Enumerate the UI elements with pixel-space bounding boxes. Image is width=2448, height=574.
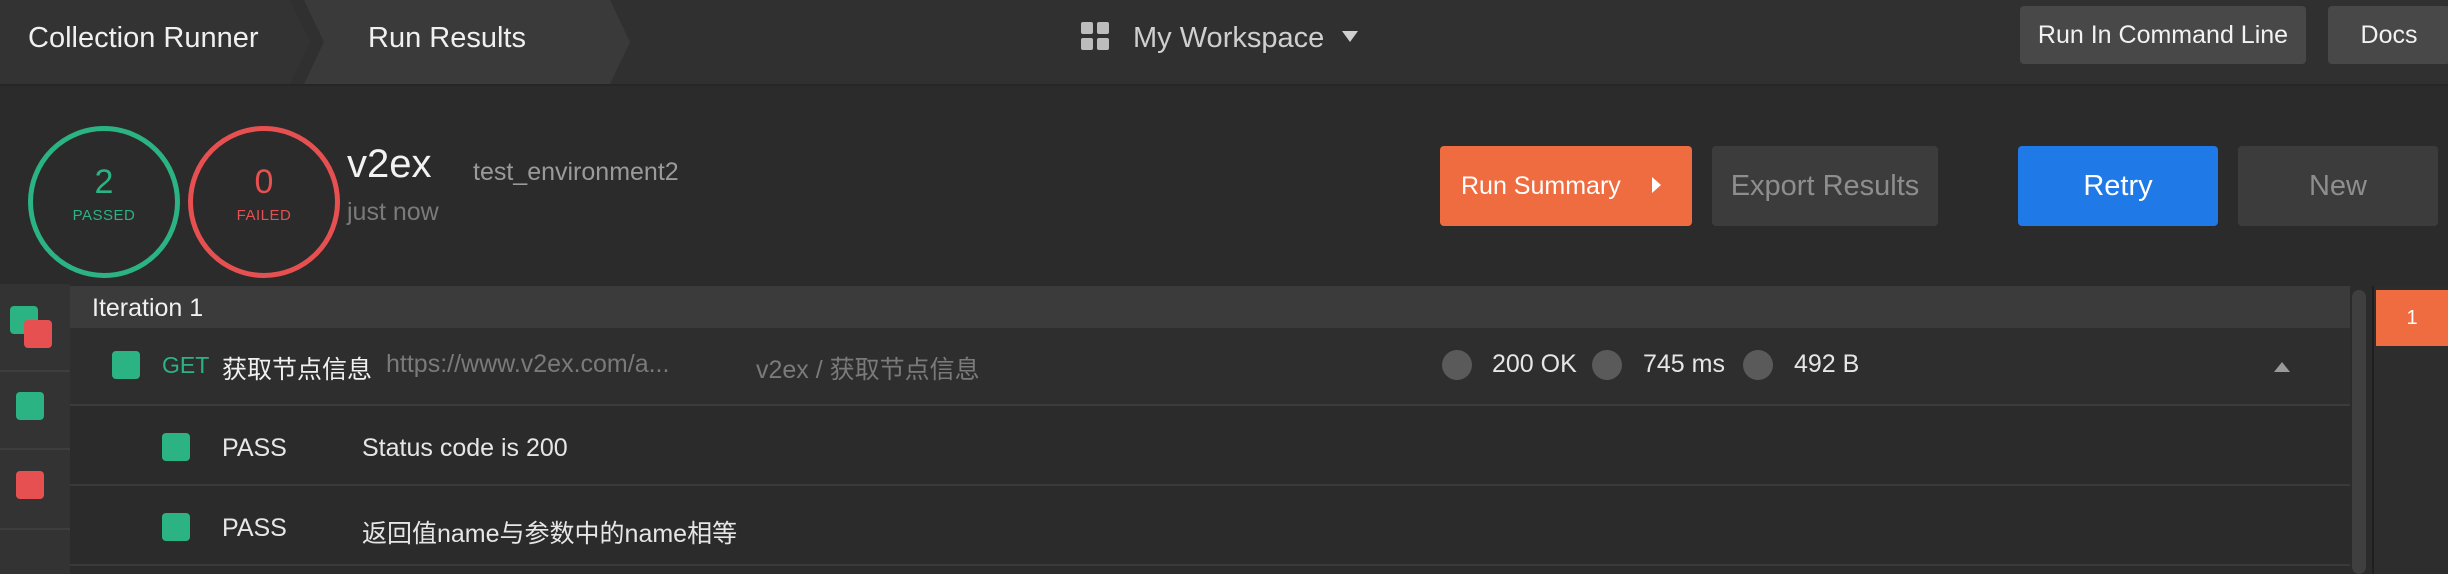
size-indicator-icon xyxy=(1743,350,1773,380)
response-time: 745 ms xyxy=(1643,350,1725,378)
run-in-command-line-button[interactable]: Run In Command Line xyxy=(2020,6,2306,64)
iteration-badge[interactable]: 1 xyxy=(2376,290,2448,346)
passed-count: 2 xyxy=(94,163,114,201)
iteration-header xyxy=(70,286,2350,328)
request-method: GET xyxy=(162,352,210,378)
iteration-status-fail-icon[interactable] xyxy=(24,320,52,348)
run-summary-button[interactable]: Run Summary xyxy=(1440,146,1692,226)
sidebar-divider xyxy=(0,370,70,372)
passed-counter: 2 PASSED xyxy=(28,126,180,278)
workspace-selector[interactable]: My Workspace xyxy=(1133,22,1324,55)
run-time: just now xyxy=(347,198,439,226)
test-pass-icon xyxy=(162,433,190,461)
response-status: 200 OK xyxy=(1492,350,1577,378)
filter-passed-icon[interactable] xyxy=(16,392,44,420)
docs-button[interactable]: Docs xyxy=(2328,6,2448,64)
failed-count: 0 xyxy=(254,163,274,201)
sidebar-divider xyxy=(0,528,70,530)
sidebar-divider xyxy=(0,448,70,450)
test-result: PASS xyxy=(222,434,287,462)
workspace-grid-icon[interactable] xyxy=(1081,22,1111,52)
retry-button[interactable]: Retry xyxy=(2018,146,2218,226)
request-name[interactable]: 获取节点信息 xyxy=(222,350,372,386)
test-name: 返回值name与参数中的name相等 xyxy=(362,520,738,548)
filter-failed-icon[interactable] xyxy=(16,471,44,499)
scrollbar[interactable] xyxy=(2352,290,2366,574)
request-status-icon xyxy=(112,351,140,379)
test-result: PASS xyxy=(222,514,287,542)
status-indicator-icon xyxy=(1442,350,1472,380)
chevron-down-icon[interactable] xyxy=(1342,31,1358,42)
collection-name: v2ex xyxy=(347,142,432,186)
breadcrumb-collection-runner-label[interactable]: Collection Runner xyxy=(28,22,259,55)
failed-label: FAILED xyxy=(236,207,292,224)
play-arrow-icon xyxy=(1652,177,1661,193)
test-name: Status code is 200 xyxy=(362,434,568,462)
iteration-title: Iteration 1 xyxy=(92,294,204,322)
breadcrumb-run-results-label[interactable]: Run Results xyxy=(368,22,526,55)
response-size: 492 B xyxy=(1794,350,1860,378)
environment-name: test_environment2 xyxy=(473,158,679,186)
passed-label: PASSED xyxy=(72,207,136,224)
time-indicator-icon xyxy=(1592,350,1622,380)
export-results-button[interactable]: Export Results xyxy=(1712,146,1938,226)
request-url[interactable]: https://www.v2ex.com/a... xyxy=(386,350,669,379)
new-button[interactable]: New xyxy=(2238,146,2438,226)
test-pass-icon xyxy=(162,513,190,541)
request-path: v2ex / 获取节点信息 xyxy=(756,356,980,384)
failed-counter: 0 FAILED xyxy=(188,126,340,278)
collapse-arrow-icon[interactable] xyxy=(2274,362,2290,372)
run-summary-label: Run Summary xyxy=(1461,172,1621,200)
